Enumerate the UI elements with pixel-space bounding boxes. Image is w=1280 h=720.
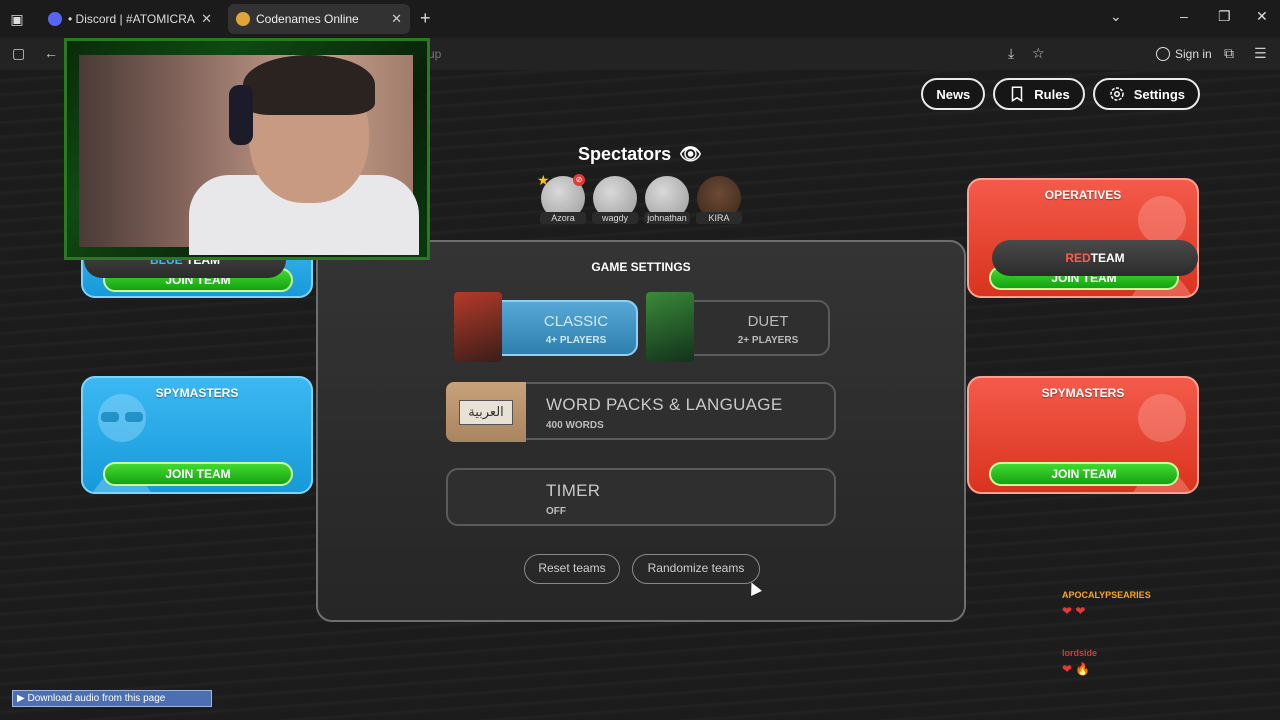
sign-in-label: Sign in (1175, 47, 1212, 61)
tab-list-icon[interactable]: ▣ (8, 10, 26, 28)
eye-icon: 👁 (679, 144, 702, 164)
star-icon[interactable]: ☆ (1032, 45, 1045, 62)
profile-icon (1156, 47, 1170, 61)
star-icon: ★ (537, 172, 550, 188)
spectator-list: ★ ⊘ Azora wagdy johnathan KIRA (537, 172, 742, 224)
game-settings-title: GAME SETTINGS (591, 260, 691, 274)
maximize-icon[interactable]: ❐ (1218, 8, 1231, 25)
blue-spymasters-title: SPYMASTERS (155, 386, 239, 400)
tab-codenames[interactable]: Codenames Online ✕ (228, 4, 410, 34)
chat-username: lordside (1062, 648, 1098, 658)
spectator-name: Azora (540, 212, 586, 224)
discord-icon (48, 12, 62, 26)
download-audio-bar[interactable]: ▶ Download audio from this page (12, 690, 212, 707)
timer-button[interactable]: TIMER OFF (446, 468, 836, 526)
settings-label: Settings (1133, 86, 1185, 102)
spectators-label: Spectators (578, 144, 672, 164)
randomize-teams-button[interactable]: Randomize teams (632, 554, 760, 584)
codenames-icon (236, 12, 250, 26)
new-tab-button[interactable]: + (420, 8, 431, 29)
close-tab-icon[interactable]: ✕ (201, 11, 212, 27)
chat-username: APOCALYPSEARIES (1062, 590, 1151, 600)
tab-label: Codenames Online (256, 12, 359, 26)
spectators-section: Spectators 👁 ★ ⊘ Azora wagdy johnathan K… (537, 144, 742, 224)
mode-name: CLASSIC (543, 313, 609, 330)
blue-spymasters-join-button[interactable]: JOIN TEAM (103, 462, 293, 486)
timer-title: TIMER (546, 481, 601, 500)
headset-icon (229, 85, 253, 145)
team-word: TEAM (1090, 251, 1125, 265)
mode-players: 4+ PLAYERS (545, 335, 607, 346)
fire-icon: ❤ 🔥 (1062, 662, 1091, 676)
close-window-icon[interactable]: ✕ (1256, 8, 1268, 25)
minimize-icon[interactable]: – (1180, 8, 1188, 24)
chevron-down-icon[interactable]: ⌄ (1110, 8, 1122, 25)
red-team-bar: REDTEAM (992, 240, 1198, 276)
browser-tab-bar: ▣ • Discord | #ATOMICRA ✕ Codenames Onli… (0, 0, 1280, 38)
spectator-azora[interactable]: ★ ⊘ Azora (537, 172, 586, 224)
menu-icon[interactable]: ☰ (1254, 45, 1267, 62)
rules-label: Rules (1034, 86, 1070, 102)
sign-in-button[interactable]: Sign in (1156, 44, 1212, 64)
language-label: العربية (459, 399, 513, 425)
install-icon[interactable]: ⤓ (1008, 45, 1014, 62)
webcam-feed (79, 55, 419, 255)
streamer-hair (243, 55, 375, 115)
spectator-kira[interactable]: KIRA (696, 176, 742, 224)
settings-button[interactable]: Settings (1092, 78, 1200, 110)
classic-mode-button[interactable]: CLASSIC 4+ PLAYERS (454, 292, 638, 362)
rules-button[interactable]: Rules (993, 78, 1085, 110)
mode-name: DUET (747, 313, 789, 330)
spectators-title: Spectators 👁 (540, 144, 740, 165)
top-nav: News Rules Settings (921, 78, 1200, 110)
bookmark-icon (1012, 86, 1023, 103)
duet-mode-button[interactable]: DUET 2+ PLAYERS (646, 292, 830, 362)
news-label: News (936, 86, 971, 102)
red-spymasters-join-button[interactable]: JOIN TEAM (989, 462, 1179, 486)
word-packs-button[interactable]: العربية WORD PACKS & LANGUAGE 400 WORDS (446, 382, 836, 442)
stream-chat: APOCALYPSEARIES ❤ ❤ lordside ❤ 🔥 (1062, 590, 1151, 676)
red-operatives-card: OPERATIVES JOIN TEAM (967, 178, 1199, 298)
red-operatives-title: OPERATIVES (1044, 188, 1122, 202)
news-button[interactable]: News (921, 78, 986, 110)
back-icon[interactable]: ← (44, 45, 58, 61)
timer-status: OFF (546, 506, 566, 517)
spectator-name: KIRA (696, 212, 742, 224)
heart-icon: ❤ ❤ (1062, 604, 1086, 618)
tab-discord[interactable]: • Discord | #ATOMICRA ✕ (40, 4, 220, 34)
extensions-icon[interactable]: ⧉ (1224, 45, 1234, 62)
mode-players: 2+ PLAYERS (737, 335, 799, 346)
spectator-wagdy[interactable]: wagdy (592, 176, 638, 224)
red-spymasters-card: SPYMASTERS JOIN TEAM (967, 376, 1199, 494)
blue-spymasters-card: SPYMASTERS JOIN TEAM (81, 376, 313, 494)
red-spymasters-title: SPYMASTERS (1041, 386, 1125, 400)
word-packs-title: WORD PACKS & LANGUAGE (546, 395, 783, 414)
red-team-word: RED (1065, 251, 1091, 265)
sidebar-icon[interactable]: ▢ (12, 45, 25, 62)
webcam-overlay (64, 38, 430, 260)
reset-teams-button[interactable]: Reset teams (524, 554, 620, 584)
spectator-name: johnathan (644, 212, 690, 224)
language-card: العربية (446, 382, 526, 442)
word-count: 400 WORDS (546, 420, 604, 431)
address-bar[interactable]: up (428, 47, 441, 61)
mute-icon: ⊘ (573, 174, 585, 186)
game-settings-panel: GAME SETTINGS CLASSIC 4+ PLAYERS DUET 2+… (316, 240, 966, 622)
close-tab-icon[interactable]: ✕ (391, 11, 402, 27)
gear-icon (1109, 87, 1124, 101)
spectator-name: wagdy (592, 212, 638, 224)
spectator-johnathan[interactable]: johnathan (644, 176, 690, 224)
tab-label: • Discord | #ATOMICRA (68, 12, 195, 26)
